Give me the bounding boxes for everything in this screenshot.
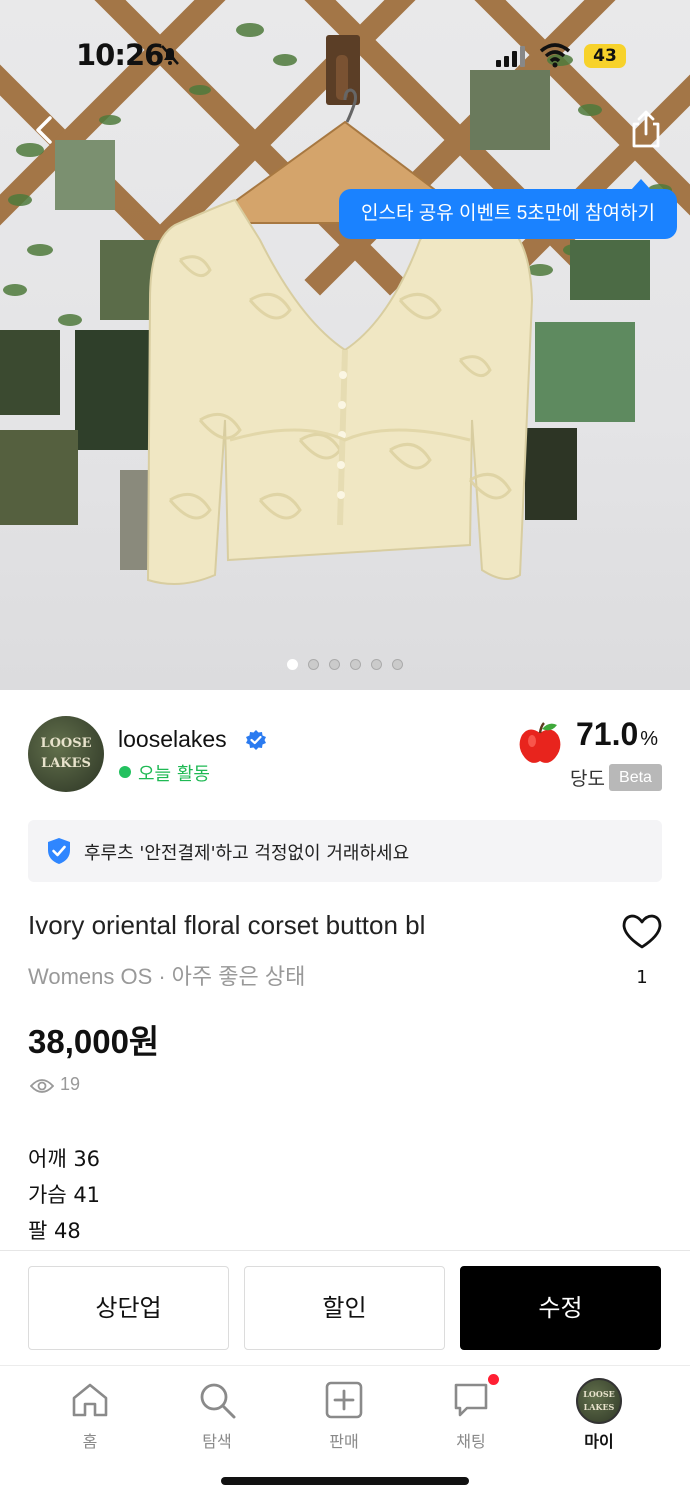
- action-bar: 상단업 할인 수정: [0, 1250, 690, 1365]
- product-image-carousel[interactable]: 10:26 43 인스타 공유 이벤트 5초만에 참여하기: [0, 0, 690, 690]
- view-count-value: 19: [60, 1074, 81, 1094]
- heart-icon[interactable]: [620, 910, 664, 954]
- carousel-dot-active: [287, 659, 298, 670]
- carousel-dot: [350, 659, 361, 670]
- back-arrow-icon[interactable]: [24, 108, 68, 152]
- carousel-dot: [308, 659, 319, 670]
- carousel-dot: [371, 659, 382, 670]
- product-description: 어깨 36 가슴 41 팔 48: [28, 1141, 100, 1249]
- seller-avatar[interactable]: LOOSE LAKES: [28, 716, 104, 792]
- home-indicator: [221, 1477, 469, 1485]
- edit-button[interactable]: 수정: [460, 1266, 661, 1350]
- tab-label: 홈: [82, 1432, 98, 1451]
- product-price: 38,000원: [28, 1023, 160, 1060]
- wifi-icon: [539, 43, 571, 68]
- insta-share-event-tooltip[interactable]: 인스타 공유 이벤트 5초만에 참여하기: [339, 179, 677, 239]
- chat-icon: [454, 1383, 488, 1417]
- seller-info[interactable]: LOOSE LAKES looselakes 오늘 활동 71.0% 당도 Be…: [28, 716, 668, 796]
- bump-up-button[interactable]: 상단업: [28, 1266, 229, 1350]
- shield-check-icon: [48, 838, 70, 864]
- tab-label: 탐색: [202, 1432, 232, 1451]
- product-meta: Womens OS · 아주 좋은 상태: [28, 959, 305, 991]
- description-line: 어깨 36: [28, 1147, 101, 1171]
- seller-name[interactable]: looselakes: [118, 726, 227, 753]
- tab-label: 마이: [584, 1432, 614, 1451]
- carousel-dot: [329, 659, 340, 670]
- cellular-signal-icon: [496, 46, 525, 67]
- tab-label: 채팅: [456, 1432, 486, 1451]
- avatar-text: LAKES: [41, 756, 91, 771]
- avatar-text: LOOSE: [583, 1389, 615, 1399]
- eye-icon: [30, 1079, 54, 1093]
- profile-avatar: LOOSE LAKES: [576, 1378, 622, 1424]
- mute-bell-icon: [161, 45, 179, 65]
- tab-chat[interactable]: 채팅: [421, 1374, 521, 1458]
- discount-button[interactable]: 할인: [244, 1266, 445, 1350]
- like-count: 1: [636, 967, 648, 988]
- tab-label: 판매: [329, 1432, 359, 1451]
- battery-indicator: 43: [584, 44, 626, 68]
- status-bar: 10:26 43: [0, 0, 690, 110]
- home-icon: [72, 1383, 108, 1417]
- safe-payment-banner[interactable]: 후루츠 '안전결제'하고 걱정없이 거래하세요: [28, 820, 662, 882]
- add-square-icon: [325, 1381, 363, 1419]
- sweetness-score: 71.0%: [576, 716, 658, 753]
- beta-badge: Beta: [609, 764, 662, 791]
- sweetness-label: 당도: [570, 768, 605, 790]
- search-icon: [200, 1383, 236, 1419]
- tab-home[interactable]: 홈: [40, 1378, 140, 1458]
- description-line: 팔 48: [28, 1219, 81, 1243]
- product-size: Womens OS: [28, 964, 153, 989]
- verified-badge-icon: [246, 730, 266, 750]
- apple-sweetness-icon: [519, 722, 561, 763]
- online-status-dot: [119, 766, 131, 778]
- tab-search[interactable]: 탐색: [167, 1378, 267, 1458]
- avatar-text: LOOSE: [40, 736, 92, 751]
- carousel-indicator: [0, 655, 690, 670]
- unread-badge: [488, 1374, 499, 1385]
- tab-sell[interactable]: 판매: [294, 1378, 394, 1458]
- activity-status: 오늘 활동: [138, 764, 210, 785]
- product-condition: 아주 좋은 상태: [171, 964, 306, 989]
- product-title: Ivory oriental floral corset button bl: [28, 910, 426, 940]
- tab-my[interactable]: LOOSE LAKES 마이: [549, 1378, 649, 1458]
- safe-payment-text: 후루츠 '안전결제'하고 걱정없이 거래하세요: [84, 843, 410, 864]
- status-time: 10:26: [76, 38, 164, 72]
- share-icon[interactable]: [622, 106, 670, 154]
- score-value: 71.0: [576, 716, 639, 752]
- meta-separator: ·: [158, 964, 166, 989]
- score-unit: %: [640, 728, 659, 750]
- avatar-text: LAKES: [583, 1402, 615, 1412]
- carousel-dot: [392, 659, 403, 670]
- description-line: 가슴 41: [28, 1183, 101, 1207]
